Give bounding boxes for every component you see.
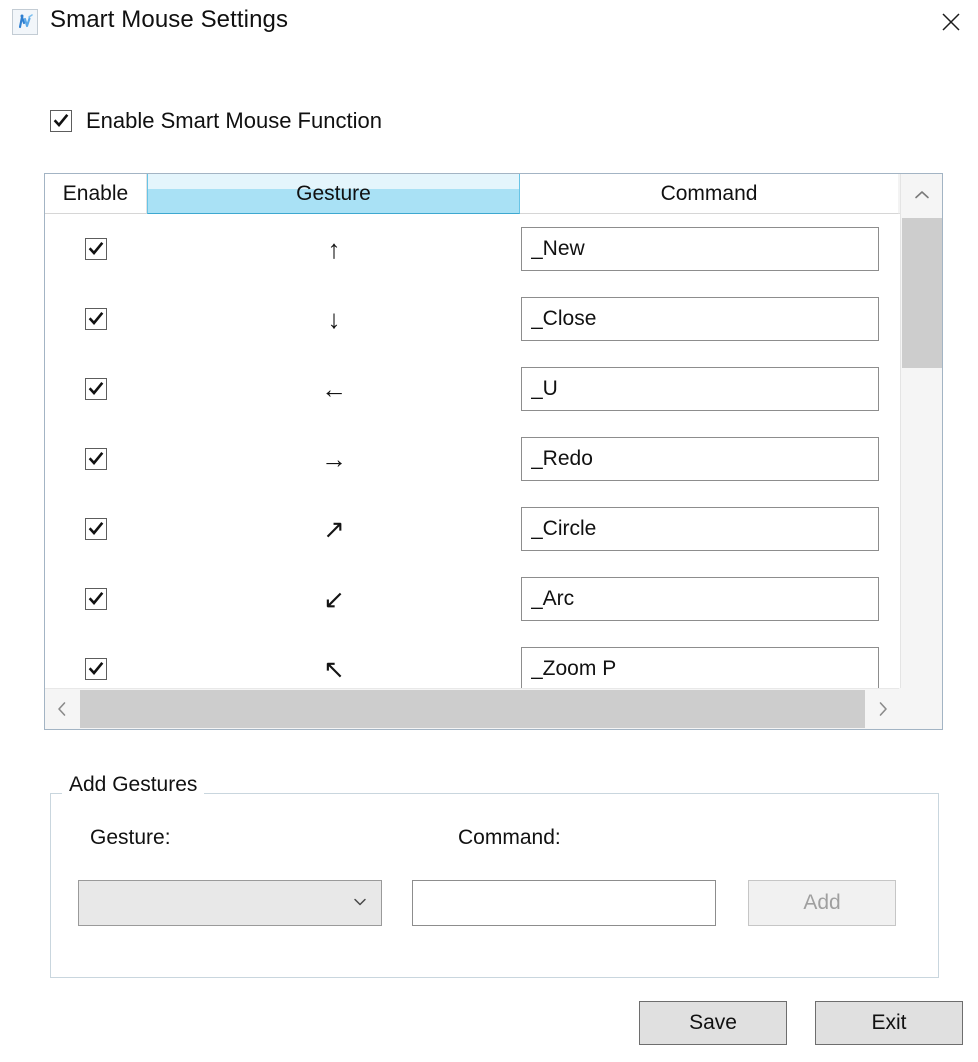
command-input[interactable] [521,297,879,341]
row-enable-checkbox[interactable] [85,518,107,540]
enable-smart-mouse-row[interactable]: Enable Smart Mouse Function [50,108,382,134]
table-row: ↖ [45,634,899,690]
table-row: → [45,424,899,494]
row-command-cell [521,297,899,341]
column-header-command[interactable]: Command [520,174,898,214]
column-header-enable[interactable]: Enable [45,174,147,214]
table-row: ↙ [45,564,899,634]
row-command-cell [521,577,899,621]
vertical-scrollbar[interactable] [900,174,942,729]
gesture-grid: Enable Gesture Command ↑ ↓ [44,173,943,730]
add-command-input[interactable] [412,880,716,926]
add-gesture-label: Gesture: [90,826,171,849]
row-enable-checkbox[interactable] [85,588,107,610]
close-icon[interactable] [928,2,974,42]
row-enable-cell [45,658,147,680]
window-title: Smart Mouse Settings [50,6,289,33]
chevron-down-icon [353,894,367,912]
table-row: ↗ [45,494,899,564]
gesture-arrow-left-icon: ← [321,374,347,404]
exit-button[interactable]: Exit [815,1001,963,1045]
chevron-left-icon[interactable] [45,689,79,729]
row-enable-checkbox[interactable] [85,238,107,260]
command-input[interactable] [521,367,879,411]
gesture-arrow-down-left-icon: ↙ [323,584,345,614]
smart-mouse-icon [12,9,38,35]
chevron-right-icon[interactable] [866,689,900,729]
row-enable-checkbox[interactable] [85,308,107,330]
gesture-arrow-right-icon: → [321,444,347,474]
add-command-label: Command: [458,826,561,849]
chevron-up-icon[interactable] [901,174,943,216]
column-header-gesture[interactable]: Gesture [147,174,520,214]
row-command-cell [521,437,899,481]
row-enable-cell [45,518,147,540]
table-row: ← [45,354,899,424]
save-button[interactable]: Save [639,1001,787,1045]
row-enable-checkbox[interactable] [85,658,107,680]
gesture-grid-header: Enable Gesture Command [45,174,942,214]
row-command-cell [521,507,899,551]
horizontal-scrollbar[interactable] [45,688,900,729]
row-enable-cell [45,238,147,260]
command-input[interactable] [521,227,879,271]
row-command-cell [521,647,899,690]
add-gestures-title: Add Gestures [62,773,205,797]
command-input[interactable] [521,437,879,481]
gesture-select-dropdown[interactable] [78,880,382,926]
row-enable-cell [45,448,147,470]
table-row: ↓ [45,284,899,354]
enable-smart-mouse-label: Enable Smart Mouse Function [86,108,382,133]
title-bar: Smart Mouse Settings [0,0,978,46]
scrollbar-corner [899,688,942,729]
row-enable-cell [45,588,147,610]
table-row: ↑ [45,214,899,284]
gesture-arrow-up-right-icon: ↗ [323,514,345,544]
row-enable-checkbox[interactable] [85,448,107,470]
command-input[interactable] [521,507,879,551]
row-command-cell [521,227,899,271]
vertical-scrollbar-thumb[interactable] [902,218,942,368]
row-command-cell [521,367,899,411]
gesture-grid-body: ↑ ↓ ← [45,214,899,690]
gesture-arrow-up-icon: ↑ [327,234,341,264]
enable-smart-mouse-checkbox[interactable] [50,110,72,132]
command-input[interactable] [521,647,879,690]
row-enable-cell [45,378,147,400]
horizontal-scrollbar-thumb[interactable] [80,690,865,728]
add-button[interactable]: Add [748,880,896,926]
command-input[interactable] [521,577,879,621]
row-enable-cell [45,308,147,330]
row-enable-checkbox[interactable] [85,378,107,400]
gesture-arrow-down-icon: ↓ [327,304,341,334]
gesture-arrow-up-left-icon: ↖ [323,654,345,684]
